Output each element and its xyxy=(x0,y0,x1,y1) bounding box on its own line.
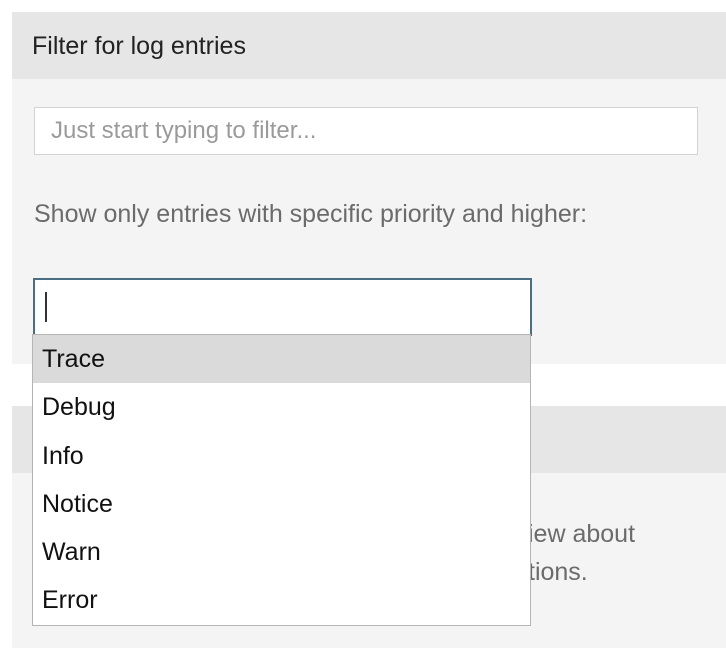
filter-panel: Filter for log entries Show only entries… xyxy=(12,12,726,364)
priority-option-info[interactable]: Info xyxy=(33,432,530,480)
screen: Filter for log entries Show only entries… xyxy=(0,0,726,648)
panel-title: Filter for log entries xyxy=(32,32,246,60)
priority-option-warn[interactable]: Warn xyxy=(33,528,530,576)
priority-option-error[interactable]: Error xyxy=(33,576,530,624)
priority-option-notice[interactable]: Notice xyxy=(33,480,530,528)
priority-dropdown-list: Trace Debug Info Notice Warn Error xyxy=(32,334,531,626)
priority-option-trace[interactable]: Trace xyxy=(33,335,530,384)
priority-select-input[interactable] xyxy=(33,278,532,336)
filter-panel-header: Filter for log entries xyxy=(12,12,726,79)
text-caret xyxy=(45,292,47,322)
log-filter-input[interactable] xyxy=(34,107,698,155)
priority-option-debug[interactable]: Debug xyxy=(33,383,530,431)
priority-label: Show only entries with specific priority… xyxy=(34,200,588,228)
